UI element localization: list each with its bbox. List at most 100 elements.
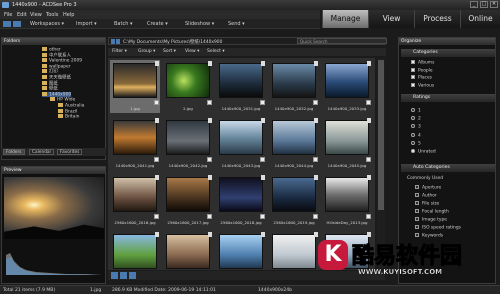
- tab-online[interactable]: Online: [460, 10, 500, 28]
- thumbnail-item[interactable]: 1440x900_2045.jpg: [322, 117, 372, 170]
- rating-item[interactable]: 4: [411, 132, 421, 139]
- thumbnail-image[interactable]: [113, 177, 157, 212]
- thumbnail-item[interactable]: 2560x1600_2017.jpg: [163, 174, 213, 227]
- thumbnail-checkbox[interactable]: [207, 100, 212, 105]
- auto-category-item[interactable]: Image type: [415, 217, 447, 223]
- expand-icon[interactable]: [415, 185, 419, 189]
- category-item[interactable]: Various: [411, 82, 434, 89]
- zoom-in-icon[interactable]: [120, 272, 127, 279]
- thumbnail-checkbox[interactable]: [154, 157, 159, 162]
- tab-folders[interactable]: Folders: [3, 149, 25, 155]
- thumbnail-checkbox[interactable]: [313, 100, 318, 105]
- expand-icon[interactable]: [415, 193, 419, 197]
- folder-item[interactable]: 壁纸: [42, 86, 58, 92]
- thumbnail-checkbox[interactable]: [366, 157, 371, 162]
- rating-radio[interactable]: [411, 116, 415, 121]
- auto-category-item[interactable]: File size: [415, 201, 439, 207]
- thumbnail-item[interactable]: 1440x900_2043.jpg: [216, 117, 266, 170]
- tab-process[interactable]: Process: [414, 10, 460, 28]
- auto-category-item[interactable]: Author: [415, 193, 437, 199]
- minimize-button[interactable]: _: [470, 1, 478, 8]
- thumbnail-image[interactable]: [166, 234, 210, 269]
- thumbnail-checkbox[interactable]: [366, 214, 371, 219]
- rating-radio[interactable]: [411, 140, 415, 145]
- folder-item[interactable]: 天天做壁纸: [42, 75, 71, 81]
- ratings-section[interactable]: Ratings: [401, 94, 495, 102]
- thumbnail-item[interactable]: 1440x900_2033.jpg: [322, 60, 372, 113]
- select-menu[interactable]: Select ▾: [207, 49, 225, 54]
- thumbnail-image[interactable]: [219, 177, 263, 212]
- menu-file[interactable]: File: [4, 12, 12, 18]
- folder-item[interactable]: Valentine 2009: [42, 58, 82, 64]
- toolbar-slideshow[interactable]: Slideshow ▾: [185, 21, 214, 27]
- auto-category-item[interactable]: Aperture: [415, 185, 441, 191]
- quick-search-input[interactable]: Quick Search: [297, 38, 387, 44]
- menu-tools[interactable]: Tools: [46, 12, 58, 18]
- rating-item[interactable]: 1: [411, 108, 421, 114]
- category-item[interactable]: Places: [411, 75, 432, 81]
- thumbnail-checkbox[interactable]: [154, 214, 159, 219]
- thumbnail-checkbox[interactable]: [260, 157, 265, 162]
- folder-item[interactable]: Brazil: [58, 108, 77, 114]
- thumbnail-image[interactable]: [113, 63, 157, 98]
- thumbnail-item[interactable]: 2.jpg: [163, 60, 213, 113]
- thumbnail-image[interactable]: [272, 120, 316, 155]
- thumbnail-checkbox[interactable]: [313, 157, 318, 162]
- filter-menu[interactable]: Filter ▾: [112, 49, 127, 54]
- toolbar-send[interactable]: Send ▾: [228, 21, 245, 27]
- thumbnail-checkbox[interactable]: [154, 100, 159, 105]
- folder-item[interactable]: other: [42, 47, 61, 53]
- category-checkbox[interactable]: [411, 82, 415, 87]
- thumbnail-image[interactable]: [219, 234, 263, 269]
- thumbnail-image[interactable]: [166, 63, 210, 98]
- category-checkbox[interactable]: [411, 60, 415, 64]
- folder-item[interactable]: HP Wide: [50, 97, 75, 103]
- rating-radio[interactable]: [411, 149, 415, 153]
- thumbnail-image[interactable]: [113, 234, 157, 269]
- view-menu[interactable]: View ▾: [185, 49, 199, 54]
- toolbar-create[interactable]: Create ▾: [147, 21, 168, 27]
- thumbnail-item[interactable]: 1440x900_2042.jpg: [163, 117, 213, 170]
- menu-help[interactable]: Help: [63, 12, 74, 18]
- toolbar-batch[interactable]: Batch ▾: [114, 21, 132, 27]
- thumbnail-item[interactable]: 1440x900_2041.jpg: [110, 117, 160, 170]
- group-menu[interactable]: Group ▾: [138, 49, 155, 54]
- rating-item[interactable]: 3: [411, 124, 421, 130]
- tab-view[interactable]: View: [368, 10, 414, 28]
- expand-icon[interactable]: [415, 209, 419, 213]
- category-checkbox[interactable]: [411, 75, 415, 79]
- category-checkbox[interactable]: [411, 67, 415, 72]
- tab-calendar[interactable]: Calendar: [29, 149, 55, 155]
- category-item[interactable]: Albums: [411, 60, 434, 66]
- rotate-icon[interactable]: [129, 272, 136, 279]
- thumbnail-image[interactable]: [219, 120, 263, 155]
- category-item[interactable]: People: [411, 67, 433, 74]
- toolbar-workspaces[interactable]: Workspaces ▾: [30, 21, 64, 27]
- thumbnail-checkbox[interactable]: [260, 100, 265, 105]
- expand-icon[interactable]: [415, 201, 419, 205]
- thumbnail-image[interactable]: [325, 63, 369, 98]
- sort-menu[interactable]: Sort ▾: [163, 49, 176, 54]
- path-text[interactable]: C:\My Documents\My Pictures\壁纸\1440x900: [123, 39, 222, 45]
- thumbnail-checkbox[interactable]: [207, 214, 212, 219]
- rating-item[interactable]: 2: [411, 116, 421, 122]
- commonly-used-heading[interactable]: Commonly Used: [407, 176, 443, 182]
- rating-item[interactable]: 5: [411, 140, 421, 147]
- thumbnail-checkbox[interactable]: [260, 214, 265, 219]
- tab-favorites[interactable]: Favorites: [57, 149, 83, 155]
- expand-icon[interactable]: [415, 217, 419, 221]
- auto-category-item[interactable]: ISO speed ratings: [415, 225, 461, 231]
- thumbnail-image[interactable]: [166, 177, 210, 212]
- folder-item[interactable]: 图纸: [42, 80, 58, 86]
- thumbnail-item[interactable]: 2560x1600_2016.jpg: [110, 174, 160, 227]
- folder-item[interactable]: Britain: [58, 114, 79, 120]
- expand-icon[interactable]: [415, 225, 419, 229]
- thumbnail-item[interactable]: 1.jpg: [110, 60, 160, 113]
- thumbnail-image[interactable]: [272, 177, 316, 212]
- thumbnail-image[interactable]: [166, 120, 210, 155]
- thumbnail-image[interactable]: [113, 120, 157, 155]
- categories-section[interactable]: Categories: [401, 49, 495, 57]
- thumbnail-checkbox[interactable]: [207, 157, 212, 162]
- maximize-button[interactable]: □: [480, 1, 488, 8]
- scrollbar-thumb[interactable]: [378, 60, 384, 210]
